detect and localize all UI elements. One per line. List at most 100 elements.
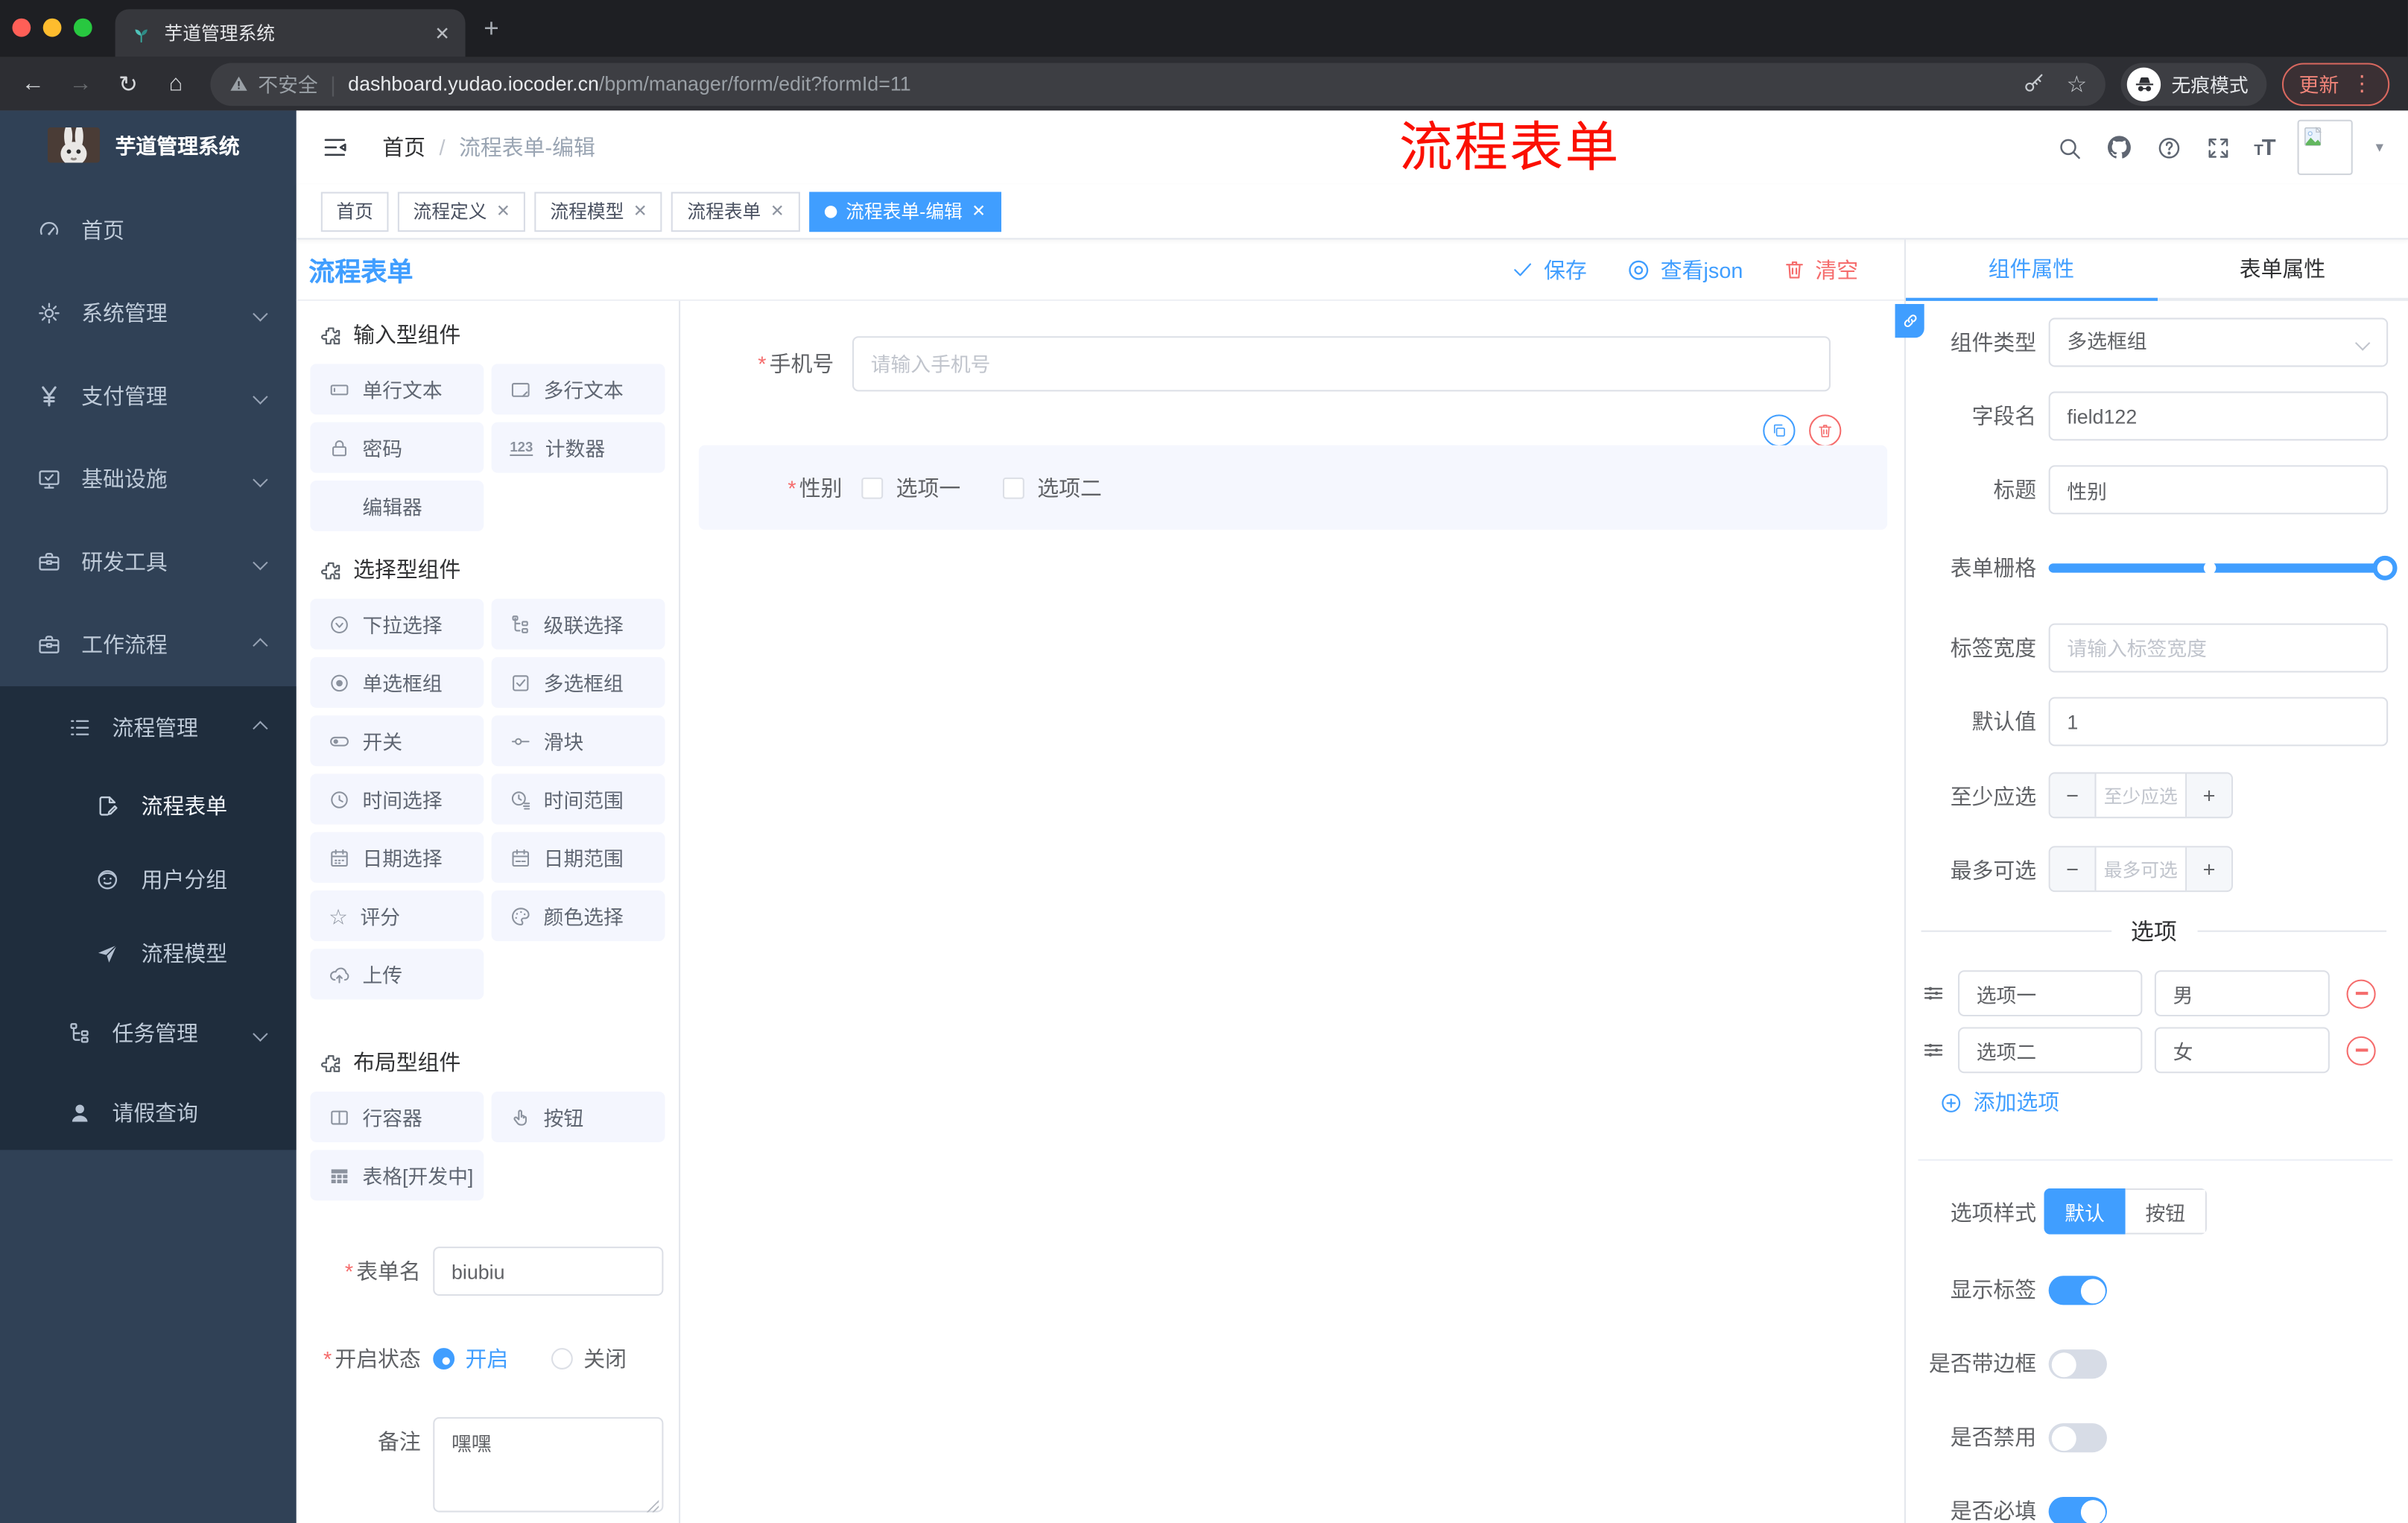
sidebar-item-home[interactable]: 首页 <box>0 189 297 271</box>
tab-component-props[interactable]: 组件属性 <box>1905 239 2157 301</box>
browser-menu-kebab-icon[interactable]: ⋮ <box>2351 71 2373 97</box>
avatar-caret-icon[interactable]: ▾ <box>2376 139 2383 156</box>
stepper-input[interactable]: 至少应选 <box>2094 773 2187 817</box>
bookmark-star-icon[interactable]: ☆ <box>2066 70 2087 98</box>
github-icon[interactable] <box>2105 133 2132 161</box>
avatar[interactable] <box>2297 119 2353 175</box>
component-type-select[interactable]: 多选框组 <box>2048 317 2389 367</box>
component-chip-button[interactable]: 按钮 <box>491 1092 665 1143</box>
form-name-input[interactable] <box>433 1247 664 1296</box>
status-closed-radio[interactable]: 关闭 <box>551 1343 627 1374</box>
component-chip-editor[interactable]: 编辑器 <box>310 480 484 531</box>
tab-form-props[interactable]: 表单属性 <box>2157 239 2408 297</box>
remove-option-button[interactable] <box>2346 1035 2376 1065</box>
key-icon[interactable] <box>2022 72 2045 95</box>
style-default-button[interactable]: 默认 <box>2044 1188 2126 1235</box>
window-close-button[interactable] <box>12 18 31 37</box>
title-input[interactable] <box>2048 465 2389 515</box>
option-value-input[interactable] <box>2154 970 2330 1017</box>
label-width-input[interactable] <box>2048 623 2389 673</box>
component-chip-checkbox-group[interactable]: 多选框组 <box>491 656 665 708</box>
option-value-input[interactable] <box>2154 1027 2330 1074</box>
sidebar-item-process-form[interactable]: 流程表单 <box>0 769 297 843</box>
breadcrumb-home[interactable]: 首页 <box>382 132 425 162</box>
sidebar-item-devtools[interactable]: 研发工具 <box>0 521 297 604</box>
stepper-minus-button[interactable]: − <box>2050 773 2095 817</box>
window-minimize-button[interactable] <box>42 18 62 37</box>
form-remark-textarea[interactable]: 嘿嘿 <box>433 1416 664 1513</box>
checkbox[interactable] <box>862 476 884 498</box>
component-chip-cascader[interactable]: 级联选择 <box>491 598 665 650</box>
component-chip-radio-group[interactable]: 单选框组 <box>310 656 484 708</box>
component-chip-select[interactable]: 下拉选择 <box>310 598 484 650</box>
component-chip-time-picker[interactable]: 时间选择 <box>310 773 484 825</box>
phone-field-input[interactable] <box>852 336 1831 392</box>
address-bar[interactable]: 不安全 | dashboard.yudao.iocoder.cn/bpm/man… <box>210 62 2106 106</box>
reload-icon[interactable]: ↻ <box>104 70 152 98</box>
component-chip-date-range[interactable]: 日期范围 <box>491 832 665 883</box>
add-option-button[interactable]: 添加选项 <box>1939 1087 2059 1118</box>
field-name-input[interactable] <box>2048 391 2389 441</box>
component-chip-table[interactable]: 表格[开发中] <box>310 1150 484 1201</box>
option-label-input[interactable] <box>1958 970 2143 1017</box>
save-button[interactable]: 保存 <box>1512 254 1587 285</box>
tag-close-icon[interactable]: ✕ <box>633 201 647 221</box>
component-chip-row-container[interactable]: 行容器 <box>310 1092 484 1143</box>
search-icon[interactable] <box>2056 134 2082 160</box>
view-json-button[interactable]: 查看json <box>1626 254 1743 285</box>
sidebar-item-task-mgmt[interactable]: 任务管理 <box>0 990 297 1076</box>
home-icon[interactable]: ⌂ <box>152 71 200 97</box>
duplicate-component-button[interactable] <box>1763 414 1796 447</box>
canvas-field-phone[interactable]: * 手机号 <box>680 336 1831 392</box>
tag-process-model[interactable]: 流程模型 ✕ <box>534 191 663 232</box>
component-chip-multi-text[interactable]: 多行文本 <box>491 364 665 415</box>
sidebar-item-system[interactable]: 系统管理 <box>0 272 297 355</box>
tag-home[interactable]: 首页 <box>320 191 389 232</box>
tag-close-icon[interactable]: ✕ <box>770 201 785 221</box>
stepper-plus-button[interactable]: + <box>2187 773 2231 817</box>
drag-handle-icon[interactable] <box>1921 981 1946 1006</box>
link-button[interactable] <box>1895 303 1924 338</box>
sidebar-fold-icon[interactable] <box>321 133 349 161</box>
delete-component-button[interactable] <box>1809 414 1842 447</box>
remove-option-button[interactable] <box>2346 978 2376 1008</box>
font-size-icon[interactable]: TT <box>2254 134 2275 160</box>
tag-process-form-edit[interactable]: 流程表单-编辑 ✕ <box>808 191 1001 232</box>
component-chip-switch[interactable]: 开关 <box>310 715 484 767</box>
default-value-input[interactable] <box>2048 697 2389 747</box>
component-chip-password[interactable]: 密码 <box>310 422 484 473</box>
stepper-input[interactable]: 最多可选 <box>2094 847 2187 891</box>
sidebar-item-payment[interactable]: 支付管理 <box>0 355 297 437</box>
required-toggle[interactable] <box>2048 1496 2107 1523</box>
slider-handle[interactable] <box>2372 555 2398 580</box>
tab-close-icon[interactable]: ✕ <box>434 22 450 44</box>
component-chip-color-picker[interactable]: 颜色选择 <box>491 890 665 942</box>
style-button-button[interactable]: 按钮 <box>2125 1188 2207 1235</box>
browser-update-button[interactable]: 更新 ⋮ <box>2281 62 2390 106</box>
sidebar-item-workflow[interactable]: 工作流程 <box>0 604 297 686</box>
show-label-toggle[interactable] <box>2048 1276 2107 1305</box>
sidebar-item-user-group[interactable]: 用户分组 <box>0 843 297 916</box>
clear-button[interactable]: 清空 <box>1783 254 1858 285</box>
component-chip-rate[interactable]: ☆ 评分 <box>310 890 484 942</box>
tag-process-form[interactable]: 流程表单 ✕ <box>671 191 800 232</box>
fullscreen-icon[interactable] <box>2205 134 2231 160</box>
selected-component-gender[interactable]: * 性别 选项一 选项二 <box>698 445 1888 530</box>
help-icon[interactable] <box>2155 134 2182 160</box>
tag-close-icon[interactable]: ✕ <box>972 201 986 221</box>
checkbox[interactable] <box>1003 476 1025 498</box>
component-chip-time-range[interactable]: 时间范围 <box>491 773 665 825</box>
status-open-radio[interactable]: 开启 <box>433 1343 508 1374</box>
component-chip-counter[interactable]: 123 计数器 <box>491 422 665 473</box>
window-zoom-button[interactable] <box>73 18 92 37</box>
sidebar-item-process-mgmt[interactable]: 流程管理 <box>0 686 297 769</box>
component-chip-slider[interactable]: 滑块 <box>491 715 665 767</box>
component-chip-upload[interactable]: 上传 <box>310 949 484 1000</box>
browser-tab[interactable]: 芋道管理系统 ✕ <box>115 9 466 57</box>
sidebar-item-infrastructure[interactable]: 基础设施 <box>0 437 297 520</box>
forward-icon[interactable]: → <box>57 71 104 97</box>
back-icon[interactable]: ← <box>9 71 57 97</box>
drag-handle-icon[interactable] <box>1921 1038 1946 1063</box>
stepper-plus-button[interactable]: + <box>2187 847 2231 891</box>
sidebar-item-leave-query[interactable]: 请假查询 <box>0 1076 297 1150</box>
